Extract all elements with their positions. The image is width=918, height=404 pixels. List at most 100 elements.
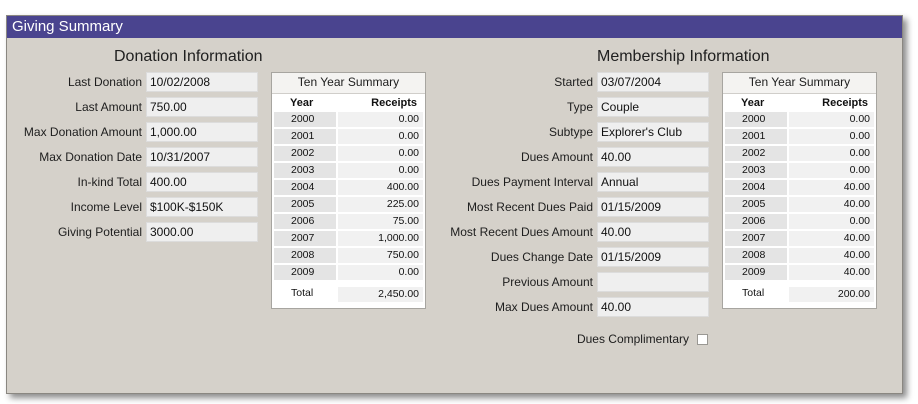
table-row: 2002 0.00 (725, 146, 874, 162)
receipts-cell: 40.00 (789, 265, 874, 280)
membership-total-label: Total (742, 287, 765, 299)
receipts-cell: 0.00 (789, 129, 874, 144)
most-recent-dues-amount-label: Most Recent Dues Amount (450, 225, 593, 239)
year-cell: 2006 (725, 214, 787, 229)
receipts-cell: 0.00 (789, 163, 874, 178)
most-recent-dues-amount-field[interactable]: 40.00 (597, 222, 709, 242)
table-row: 2009 40.00 (725, 265, 874, 281)
dues-payment-interval-label: Dues Payment Interval (471, 175, 593, 189)
last-donation-field[interactable]: 10/02/2008 (146, 72, 258, 92)
max-donation-date-field[interactable]: 10/31/2007 (146, 147, 258, 167)
dues-payment-interval-field[interactable]: Annual (597, 172, 709, 192)
in-kind-total-field[interactable]: 400.00 (146, 172, 258, 192)
membership-total-value: 200.00 (789, 287, 874, 302)
year-cell: 2002 (274, 146, 336, 161)
membership-summary-title: Ten Year Summary (723, 73, 876, 94)
dues-amount-field[interactable]: 40.00 (597, 147, 709, 167)
year-cell: 2000 (274, 112, 336, 127)
subtype-label: Subtype (548, 125, 593, 139)
max-donation-amount-label: Max Donation Amount (23, 125, 142, 139)
table-row: 2002 0.00 (274, 146, 423, 162)
receipts-cell: 40.00 (789, 180, 874, 195)
last-amount-label: Last Amount (75, 100, 142, 114)
max-dues-amount-label: Max Dues Amount (494, 300, 593, 314)
receipts-cell: 40.00 (789, 231, 874, 246)
year-cell: 2008 (274, 248, 336, 263)
table-row: 2000 0.00 (725, 112, 874, 128)
table-row: 2008 750.00 (274, 248, 423, 264)
previous-amount-label: Previous Amount (502, 275, 593, 289)
table-row: 2005 225.00 (274, 197, 423, 213)
giving-potential-label: Giving Potential (57, 225, 142, 239)
table-row: 2003 0.00 (274, 163, 423, 179)
giving-summary-panel: Giving Summary Donation Information Last… (6, 15, 903, 394)
most-recent-dues-paid-label: Most Recent Dues Paid (466, 200, 593, 214)
year-cell: 2009 (274, 265, 336, 280)
table-row: 2007 1,000.00 (274, 231, 423, 247)
membership-section-title: Membership Information (597, 48, 770, 65)
year-cell: 2007 (725, 231, 787, 246)
dues-complimentary-checkbox[interactable] (697, 334, 708, 345)
receipts-cell: 0.00 (789, 214, 874, 229)
table-row: 2006 75.00 (274, 214, 423, 230)
max-donation-amount-field[interactable]: 1,000.00 (146, 122, 258, 142)
receipts-cell: 40.00 (789, 197, 874, 212)
dues-change-date-field[interactable]: 01/15/2009 (597, 247, 709, 267)
year-cell: 2001 (725, 129, 787, 144)
year-cell: 2008 (725, 248, 787, 263)
receipts-cell: 0.00 (789, 112, 874, 127)
max-donation-date-label: Max Donation Date (39, 150, 142, 164)
year-cell: 2005 (725, 197, 787, 212)
year-cell: 2005 (274, 197, 336, 212)
membership-summary-receipts-header: Receipts (822, 97, 868, 109)
donation-total-label: Total (291, 287, 314, 299)
subtype-field[interactable]: Explorer's Club (597, 122, 709, 142)
donation-ten-year-summary: Ten Year Summary Year Receipts 2000 0.00… (271, 72, 426, 309)
started-label: Started (554, 75, 593, 89)
year-cell: 2003 (725, 163, 787, 178)
donation-summary-year-header: Year (290, 97, 314, 109)
membership-summary-year-header: Year (741, 97, 765, 109)
year-cell: 2004 (725, 180, 787, 195)
receipts-cell: 40.00 (789, 248, 874, 263)
year-cell: 2004 (274, 180, 336, 195)
donation-section-title: Donation Information (114, 48, 263, 65)
donation-summary-title: Ten Year Summary (272, 73, 425, 94)
year-cell: 2006 (274, 214, 336, 229)
last-donation-label: Last Donation (67, 75, 142, 89)
dues-complimentary-label: Dues Complimentary (576, 332, 689, 346)
income-level-label: Income Level (70, 200, 142, 214)
giving-potential-field[interactable]: 3000.00 (146, 222, 258, 242)
panel-title: Giving Summary (7, 16, 902, 38)
last-amount-field[interactable]: 750.00 (146, 97, 258, 117)
receipts-cell: 0.00 (789, 146, 874, 161)
table-row: 2003 0.00 (725, 163, 874, 179)
dues-change-date-label: Dues Change Date (490, 250, 593, 264)
year-cell: 2001 (274, 129, 336, 144)
table-row: 2005 40.00 (725, 197, 874, 213)
year-cell: 2003 (274, 163, 336, 178)
max-dues-amount-field[interactable]: 40.00 (597, 297, 709, 317)
most-recent-dues-paid-field[interactable]: 01/15/2009 (597, 197, 709, 217)
started-field[interactable]: 03/07/2004 (597, 72, 709, 92)
income-level-field[interactable]: $100K-$150K (146, 197, 258, 217)
year-cell: 2007 (274, 231, 336, 246)
table-row: 2006 0.00 (725, 214, 874, 230)
table-row: 2004 40.00 (725, 180, 874, 196)
membership-ten-year-summary: Ten Year Summary Year Receipts 2000 0.00… (722, 72, 877, 309)
year-cell: 2009 (725, 265, 787, 280)
type-field[interactable]: Couple (597, 97, 709, 117)
table-row: 2001 0.00 (274, 129, 423, 145)
in-kind-total-label: In-kind Total (77, 175, 142, 189)
table-row: 2008 40.00 (725, 248, 874, 264)
year-cell: 2002 (725, 146, 787, 161)
type-label: Type (566, 100, 593, 114)
year-cell: 2000 (725, 112, 787, 127)
previous-amount-field[interactable] (597, 272, 709, 292)
dues-amount-label: Dues Amount (520, 150, 593, 164)
table-row: 2000 0.00 (274, 112, 423, 128)
table-row: 2009 0.00 (274, 265, 423, 281)
table-row: 2001 0.00 (725, 129, 874, 145)
table-row: 2004 400.00 (274, 180, 423, 196)
table-row: 2007 40.00 (725, 231, 874, 247)
